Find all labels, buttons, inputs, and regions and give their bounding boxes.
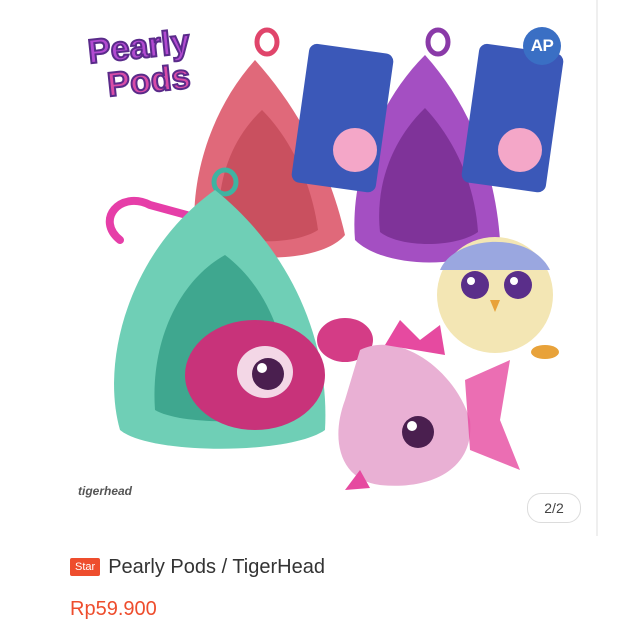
svg-text:Pods: Pods — [106, 58, 193, 104]
product-title[interactable]: Pearly Pods / TigerHead — [108, 556, 325, 579]
seller-avatar[interactable]: AP — [523, 27, 561, 65]
penguin-plush — [437, 237, 559, 359]
image-page-indicator: 2/2 — [527, 493, 581, 523]
product-illustration: Pearly Pods — [85, 22, 564, 490]
product-price: Rp59.900 — [70, 598, 157, 620]
tigerhead-logo: tigerhead — [78, 484, 133, 498]
pearly-pods-logo: Pearly Pods — [85, 22, 193, 105]
product-image[interactable]: Pearly Pods AP tigerhead 2/2 — [0, 0, 600, 536]
product-title-row: Star Pearly Pods / TigerHead — [70, 553, 325, 581]
image-divider — [596, 0, 598, 536]
star-badge: Star — [70, 558, 101, 576]
